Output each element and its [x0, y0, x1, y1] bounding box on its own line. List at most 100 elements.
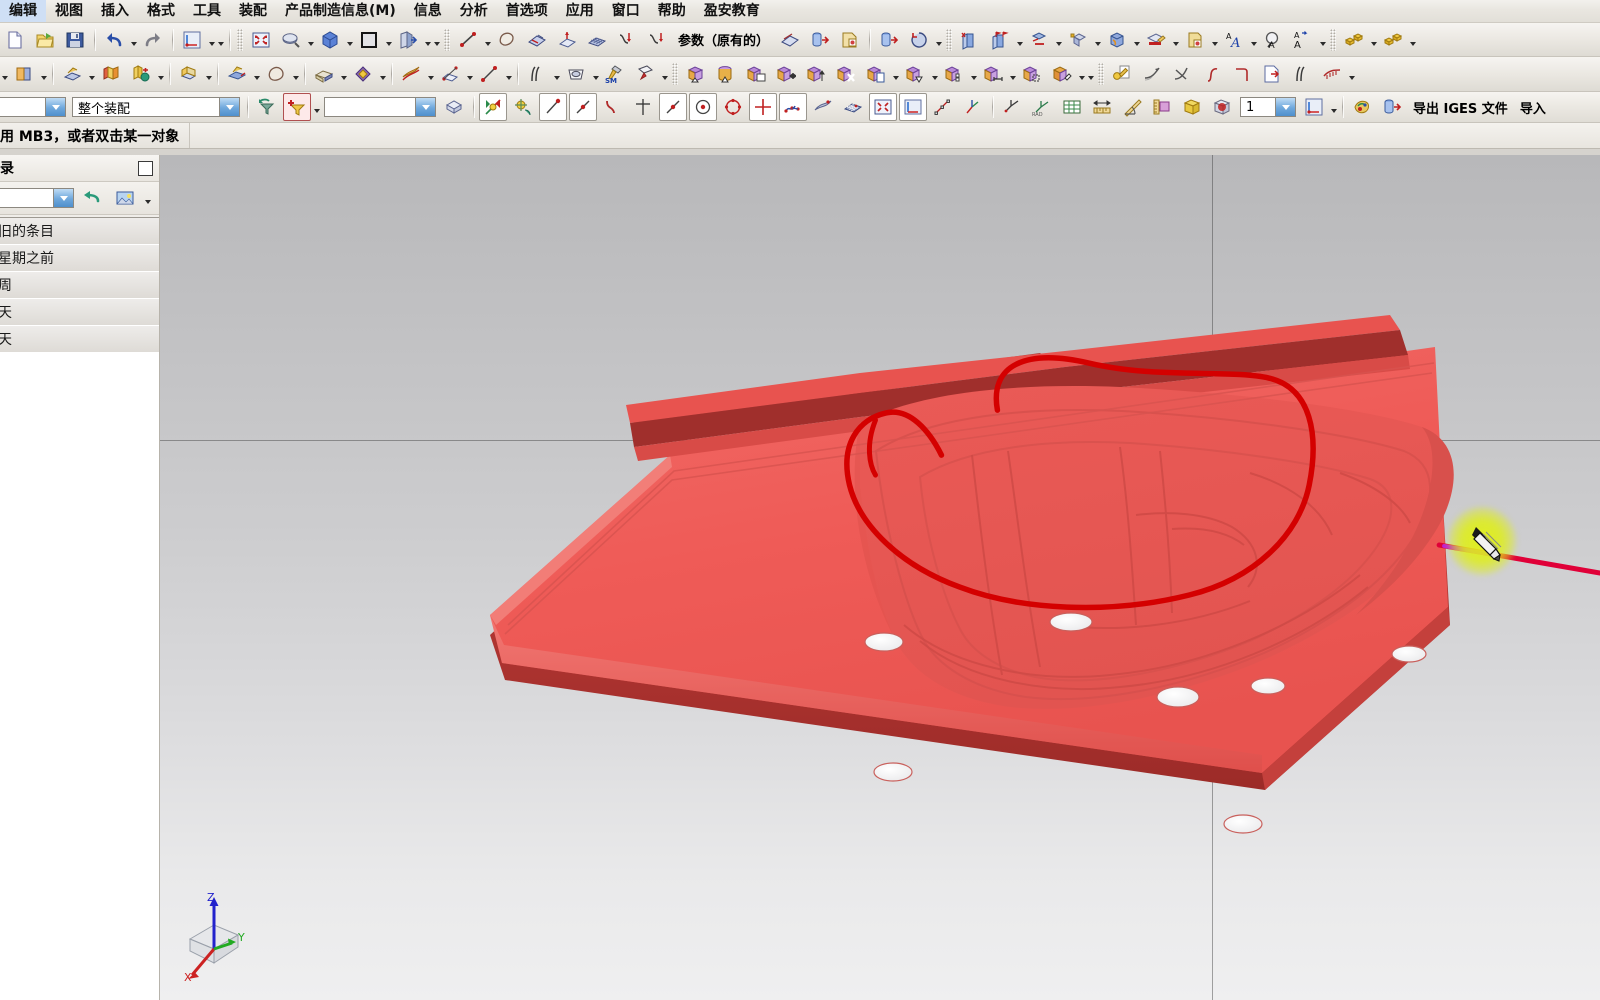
- save-icon[interactable]: [61, 26, 89, 54]
- mold-copy-dropdown-arrow[interactable]: [891, 61, 900, 87]
- snap-midpoint-icon[interactable]: [569, 93, 597, 121]
- toolbar-grip[interactable]: [444, 28, 450, 51]
- layer-combo[interactable]: 1: [1240, 97, 1296, 117]
- measure-grid-icon[interactable]: [1058, 93, 1086, 121]
- snap-curve-point-icon[interactable]: [749, 93, 777, 121]
- mold-warn-dropdown-arrow[interactable]: [930, 61, 939, 87]
- curve-analyze-icon[interactable]: [1318, 60, 1346, 88]
- rotate-object-dropdown-arrow[interactable]: [934, 27, 943, 53]
- spline-icon[interactable]: [1198, 60, 1226, 88]
- assembly-add-icon[interactable]: [956, 26, 984, 54]
- undo-icon[interactable]: [100, 26, 128, 54]
- undo-dropdown-arrow[interactable]: [129, 27, 138, 53]
- explode-dropdown-arrow[interactable]: [1054, 27, 1063, 53]
- line-dropdown-arrow[interactable]: [483, 27, 492, 53]
- copy-face-icon[interactable]: [836, 26, 864, 54]
- list-item[interactable]: 周: [0, 272, 159, 299]
- text-style-dropdown-arrow[interactable]: [1249, 27, 1258, 53]
- redo-icon[interactable]: [139, 26, 167, 54]
- cylinder-move2-icon[interactable]: [875, 26, 903, 54]
- fit-view-icon[interactable]: [247, 26, 275, 54]
- sheet-metal-tool-icon[interactable]: SM: [601, 60, 629, 88]
- curve-cross-icon[interactable]: [1168, 60, 1196, 88]
- rotate-dropdown-arrow[interactable]: [345, 27, 354, 53]
- curve-proj-icon[interactable]: [613, 26, 641, 54]
- snap-bounded-icon[interactable]: [899, 93, 927, 121]
- list-item[interactable]: 天: [0, 299, 159, 326]
- cylinder-move-icon[interactable]: [806, 26, 834, 54]
- mold-replace-icon[interactable]: [742, 60, 770, 88]
- replace-text-icon[interactable]: AA: [1289, 26, 1317, 54]
- orient-dropdown-arrow[interactable]: [423, 27, 432, 53]
- unbend-icon[interactable]: [175, 60, 203, 88]
- shaded-style-icon[interactable]: [355, 26, 383, 54]
- snap-grid-icon[interactable]: [839, 93, 867, 121]
- toolbar-grip[interactable]: [672, 63, 678, 85]
- stamp-icon[interactable]: [562, 60, 590, 88]
- menu-item-analysis[interactable]: 分析: [451, 0, 497, 22]
- sheet-flange-icon[interactable]: [10, 60, 38, 88]
- gold-blocks2-icon[interactable]: [1379, 26, 1407, 54]
- mold-analysis-icon[interactable]: [1348, 93, 1376, 121]
- snap-rad2-icon[interactable]: RAD: [1028, 93, 1056, 121]
- reset-filter-icon[interactable]: [253, 93, 281, 121]
- export-page-icon[interactable]: [1258, 60, 1286, 88]
- toolbar-grip[interactable]: [1098, 63, 1104, 85]
- mold-delete-icon[interactable]: [832, 60, 860, 88]
- offset-surface-icon[interactable]: [553, 26, 581, 54]
- sheet-bend-icon[interactable]: [58, 60, 86, 88]
- mold-dim-icon[interactable]: [979, 60, 1007, 88]
- sheet-normal-cut-icon[interactable]: [223, 60, 251, 88]
- snap-existing-point-icon[interactable]: [719, 93, 747, 121]
- layer-combo-arrow[interactable]: [1275, 98, 1295, 116]
- text-style-icon[interactable]: AA: [1220, 26, 1248, 54]
- zoom-dropdown-arrow[interactable]: [306, 27, 315, 53]
- add-filter-dropdown-arrow[interactable]: [312, 94, 321, 120]
- sheet-contour-icon[interactable]: [97, 60, 125, 88]
- rotate-view-icon[interactable]: [316, 26, 344, 54]
- normal-cut-dropdown-arrow[interactable]: [252, 61, 261, 87]
- sheet-tab-icon[interactable]: [127, 60, 155, 88]
- preview-dropdown-arrow[interactable]: [143, 185, 152, 211]
- menu-item-preferences[interactable]: 首选项: [497, 0, 557, 22]
- snap-control-icon[interactable]: [599, 93, 627, 121]
- toolbar-grip[interactable]: [1330, 28, 1337, 51]
- stamp-dropdown-arrow[interactable]: [591, 61, 600, 87]
- menu-item-insert[interactable]: 插入: [92, 0, 138, 22]
- assembly-explode-icon[interactable]: [1025, 26, 1053, 54]
- open-file-icon[interactable]: [31, 26, 59, 54]
- params-legacy-label[interactable]: 参数（原有的）: [672, 30, 775, 49]
- snap-plane-icon[interactable]: [869, 93, 897, 121]
- flat-pattern-dropdown-arrow[interactable]: [339, 61, 348, 87]
- graphics-viewport[interactable]: Z X Y: [160, 155, 1600, 1000]
- list-item[interactable]: 旧的条目: [0, 218, 159, 245]
- back-icon[interactable]: [78, 184, 106, 212]
- mesh-surface-icon[interactable]: [583, 26, 611, 54]
- mold-cylinder-icon[interactable]: [712, 60, 740, 88]
- weld-cube-icon[interactable]: [1103, 26, 1131, 54]
- mold-wizard-dropdown-arrow[interactable]: [1077, 61, 1086, 87]
- dimple-icon[interactable]: [349, 60, 377, 88]
- mold-lift-icon[interactable]: [802, 60, 830, 88]
- view-orient-icon[interactable]: [394, 26, 422, 54]
- sheet-thicken-icon[interactable]: [776, 26, 804, 54]
- closed-corner-dropdown-arrow[interactable]: [291, 61, 300, 87]
- style-dropdown-arrow[interactable]: [384, 27, 393, 53]
- extrude-icon[interactable]: [493, 26, 521, 54]
- history-list[interactable]: 旧的条目 星期之前 周 天 天: [0, 217, 159, 1000]
- mold-split-icon[interactable]: [940, 60, 968, 88]
- snap-vector-icon[interactable]: [929, 93, 957, 121]
- pin-toggle[interactable]: [138, 160, 153, 176]
- snap-wcs-icon[interactable]: [959, 93, 987, 121]
- zoom-icon[interactable]: [277, 26, 305, 54]
- menu-item-tools[interactable]: 工具: [184, 0, 230, 22]
- flat-pattern-icon[interactable]: [310, 60, 338, 88]
- find-text-icon[interactable]: A: [1259, 26, 1287, 54]
- assembly-scope-combo[interactable]: 整个装配: [72, 97, 240, 117]
- datum-line-icon[interactable]: [454, 26, 482, 54]
- dimple-dropdown-arrow[interactable]: [378, 61, 387, 87]
- edit-book-icon[interactable]: [1142, 26, 1170, 54]
- key-doc-icon[interactable]: [1108, 60, 1136, 88]
- seq-dropdown-arrow[interactable]: [1093, 27, 1102, 53]
- replace-text-dropdown-arrow[interactable]: [1318, 27, 1327, 53]
